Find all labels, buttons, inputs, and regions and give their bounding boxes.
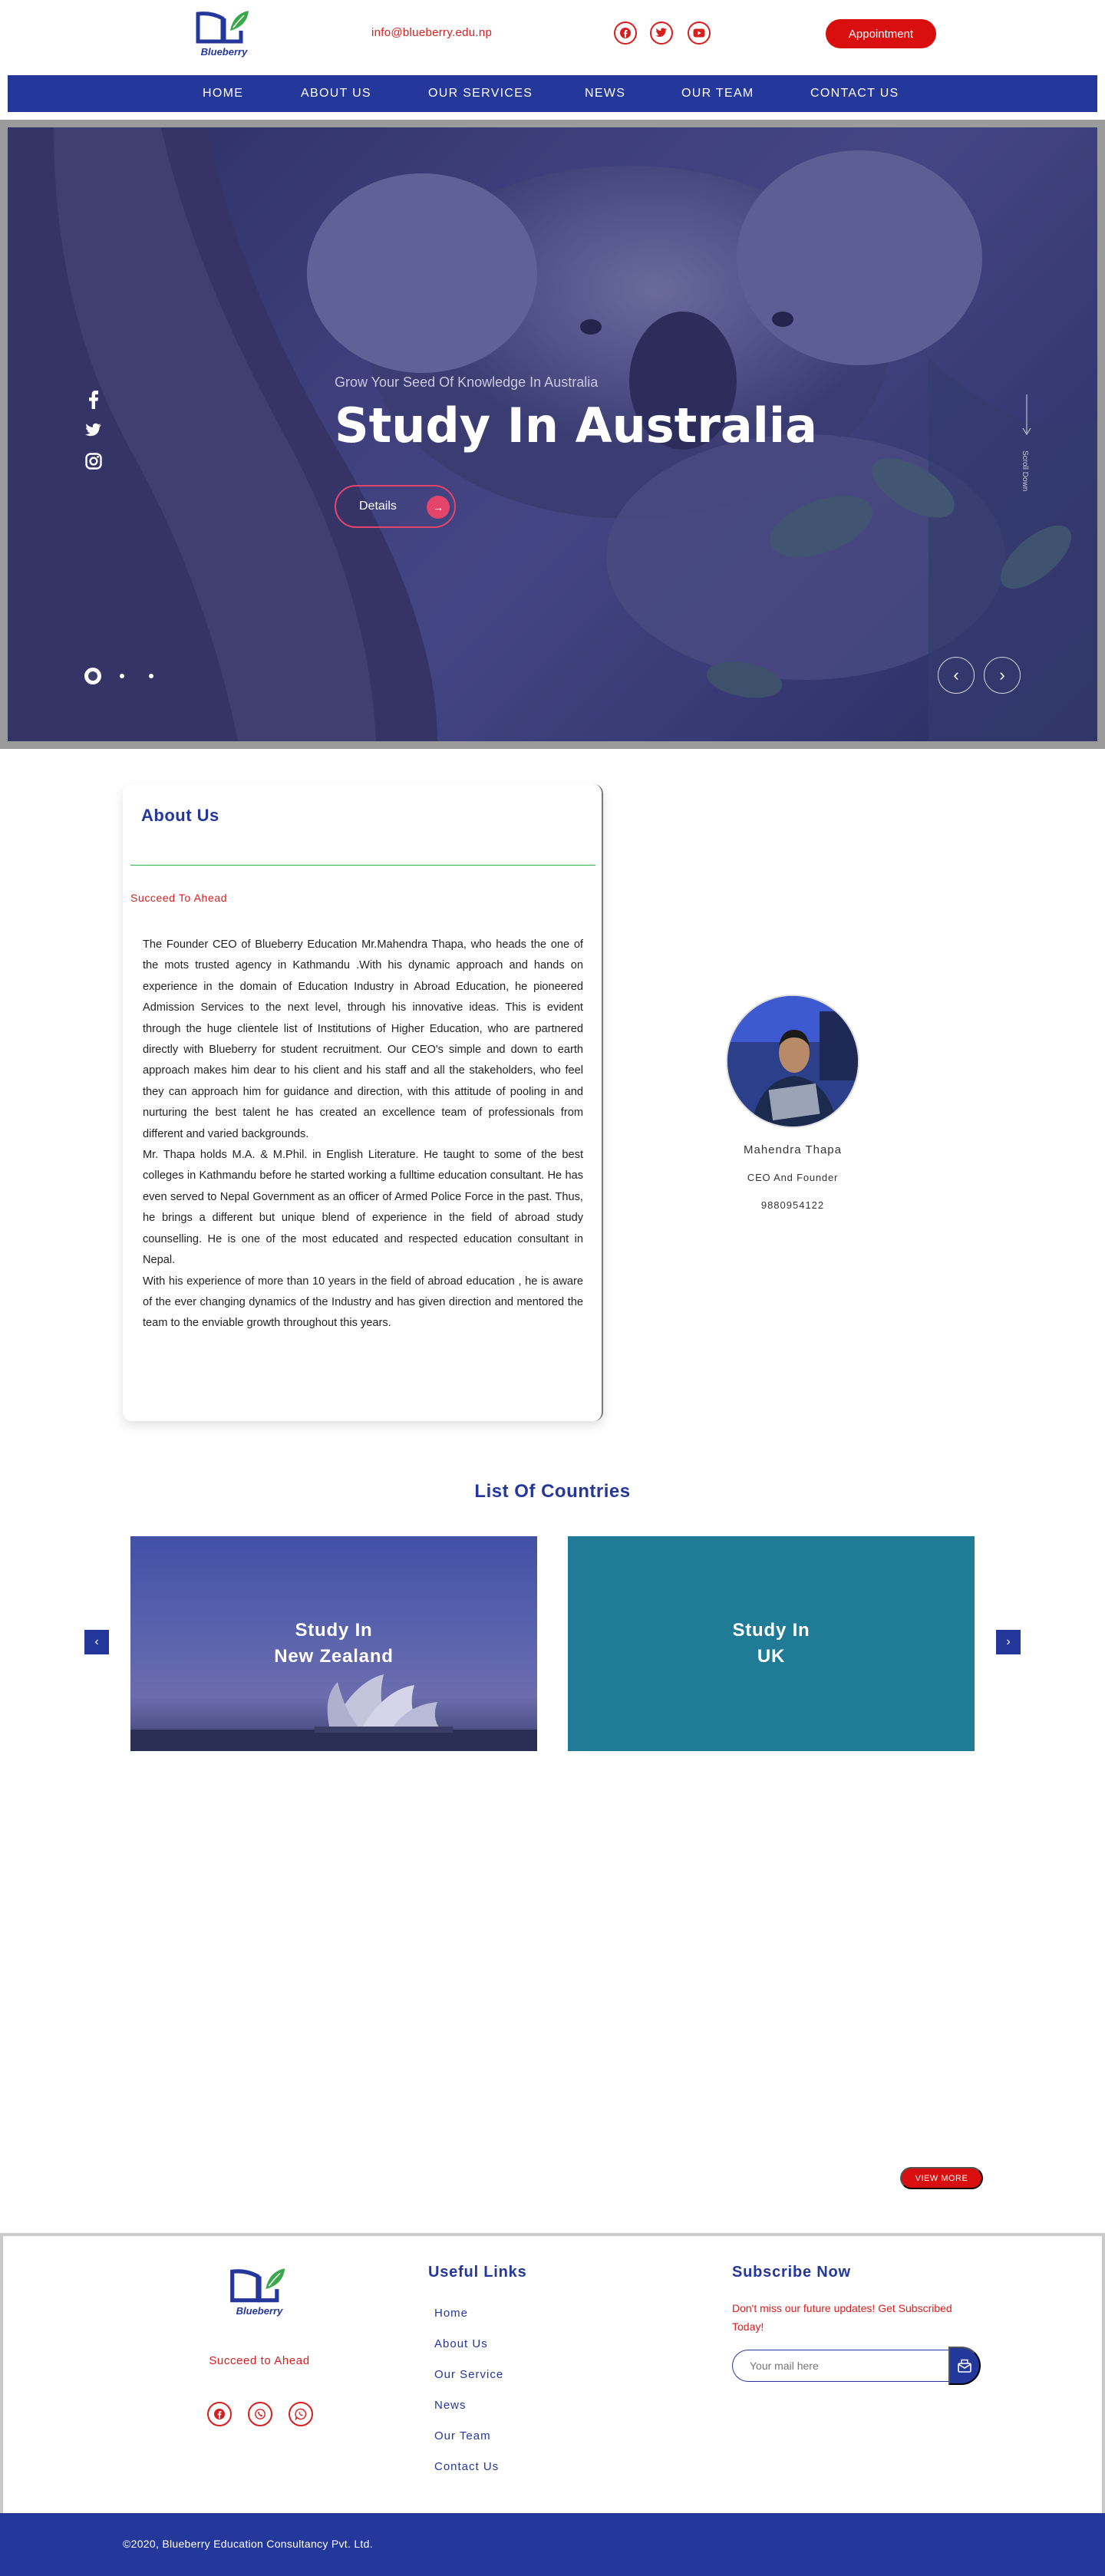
blueberry-logo[interactable]: Blueberry	[193, 8, 255, 61]
appointment-button[interactable]: Appointment	[826, 19, 936, 48]
details-label: Details	[359, 500, 397, 513]
countries-prev-button[interactable]: ‹	[84, 1630, 109, 1654]
arrow-down-icon	[1022, 394, 1031, 435]
viber-icon[interactable]	[248, 2402, 272, 2426]
footer-link-our-service[interactable]: Our Service	[434, 2368, 503, 2381]
subscribe-title: Subscribe Now	[732, 2264, 851, 2281]
about-paragraph-1: The Founder CEO of Blueberry Education M…	[143, 938, 583, 1140]
scroll-down-label: Scroll Down	[1021, 450, 1029, 492]
ceo-role: CEO And Founder	[747, 1172, 839, 1183]
country-card-new-zealand[interactable]: Study In New Zealand	[130, 1536, 537, 1751]
footer-logo-text: Blueberry	[236, 2305, 283, 2317]
logo-book-icon	[230, 2268, 285, 2303]
useful-links-title: Useful Links	[428, 2264, 527, 2281]
copyright-text: ©2020, Blueberry Education Consultancy P…	[123, 2538, 373, 2550]
about-paragraph-3: With his experience of more than 10 year…	[143, 1275, 583, 1330]
mail-icon	[958, 2359, 971, 2373]
copyright-bar: ©2020, Blueberry Education Consultancy P…	[0, 2513, 1105, 2576]
slider-next-button[interactable]: ›	[984, 657, 1021, 694]
ceo-avatar	[726, 994, 859, 1128]
newsletter-email-input[interactable]	[732, 2350, 948, 2382]
hero-details-button[interactable]: Details →	[335, 485, 456, 528]
hero-title: Study In Australia	[335, 397, 818, 454]
view-more-button[interactable]: VIEW MORE	[900, 2167, 983, 2189]
chevron-right-icon: ›	[1006, 1635, 1011, 1648]
country-label-uk: Study In UK	[732, 1618, 810, 1670]
ceo-name: Mahendra Thapa	[744, 1143, 842, 1156]
about-subtitle: Succeed To Ahead	[130, 892, 228, 904]
nav-item-news[interactable]: NEWS	[585, 87, 625, 101]
nav-item-home[interactable]: HOME	[203, 87, 243, 101]
country-line-2: New Zealand	[274, 1646, 394, 1667]
slide-dot-1[interactable]	[84, 668, 101, 684]
facebook-icon[interactable]	[207, 2402, 232, 2426]
footer-tagline: Succeed to Ahead	[209, 2354, 310, 2367]
about-title: About Us	[141, 806, 219, 825]
header-email-link[interactable]: info@blueberry.edu.np	[371, 26, 492, 39]
slide-dot-2[interactable]	[120, 674, 124, 678]
countries-next-button[interactable]: ›	[996, 1630, 1021, 1654]
countries-title: List Of Countries	[474, 1481, 631, 1502]
twitter-icon[interactable]	[650, 21, 673, 45]
instagram-icon[interactable]	[84, 451, 103, 471]
about-paragraph-2: Mr. Thapa holds M.A. & M.Phil. in Englis…	[143, 1149, 583, 1267]
nav-item-about-us[interactable]: ABOUT US	[301, 87, 371, 101]
nav-item-contact-us[interactable]: CONTACT US	[810, 87, 899, 101]
scroll-down-indicator[interactable]: Scroll Down	[1021, 394, 1031, 492]
hero-slider: Grow Your Seed Of Knowledge In Australia…	[8, 127, 1097, 741]
top-header: Blueberry info@blueberry.edu.np Appointm…	[0, 0, 1105, 69]
about-text: The Founder CEO of Blueberry Education M…	[143, 935, 583, 1334]
twitter-icon[interactable]	[84, 421, 103, 440]
logo-book-icon	[196, 11, 249, 44]
facebook-icon[interactable]	[84, 390, 103, 410]
facebook-icon[interactable]	[614, 21, 637, 45]
slider-prev-button[interactable]: ‹	[938, 657, 975, 694]
country-line-2: UK	[757, 1646, 786, 1667]
chevron-left-icon: ‹	[94, 1635, 99, 1648]
footer-link-contact-us[interactable]: Contact Us	[434, 2460, 499, 2473]
country-label-new-zealand: Study In New Zealand	[274, 1618, 394, 1670]
country-line-1: Study In	[732, 1620, 810, 1641]
country-card-uk[interactable]: Study In UK	[568, 1536, 975, 1751]
nav-item-our-services[interactable]: OUR SERVICES	[428, 87, 533, 101]
logo-text: Blueberry	[200, 46, 248, 58]
about-divider	[130, 865, 595, 866]
about-us-card: About Us Succeed To Ahead The Founder CE…	[123, 784, 603, 1421]
subscribe-text: Don't miss our future updates! Get Subsc…	[732, 2302, 952, 2333]
hero-subtitle: Grow Your Seed Of Knowledge In Australia	[335, 374, 599, 390]
footer-link-about-us[interactable]: About Us	[434, 2337, 488, 2350]
ceo-portrait-image	[727, 996, 858, 1126]
whatsapp-icon[interactable]	[289, 2402, 313, 2426]
footer-blueberry-logo[interactable]: Blueberry	[227, 2265, 292, 2320]
main-navigation: HOME ABOUT US OUR SERVICES NEWS OUR TEAM…	[8, 75, 1097, 112]
youtube-icon[interactable]	[688, 21, 711, 45]
arrow-right-icon: →	[427, 496, 450, 519]
country-line-1: Study In	[295, 1620, 373, 1641]
footer-link-news[interactable]: News	[434, 2399, 467, 2412]
chevron-left-icon: ‹	[953, 665, 959, 684]
ceo-phone: 9880954122	[760, 1199, 825, 1211]
footer-link-our-team[interactable]: Our Team	[434, 2429, 491, 2442]
chevron-right-icon: ›	[999, 665, 1005, 684]
footer-link-home[interactable]: Home	[434, 2307, 468, 2320]
slide-dot-3[interactable]	[149, 674, 153, 678]
nav-item-our-team[interactable]: OUR TEAM	[681, 87, 754, 101]
